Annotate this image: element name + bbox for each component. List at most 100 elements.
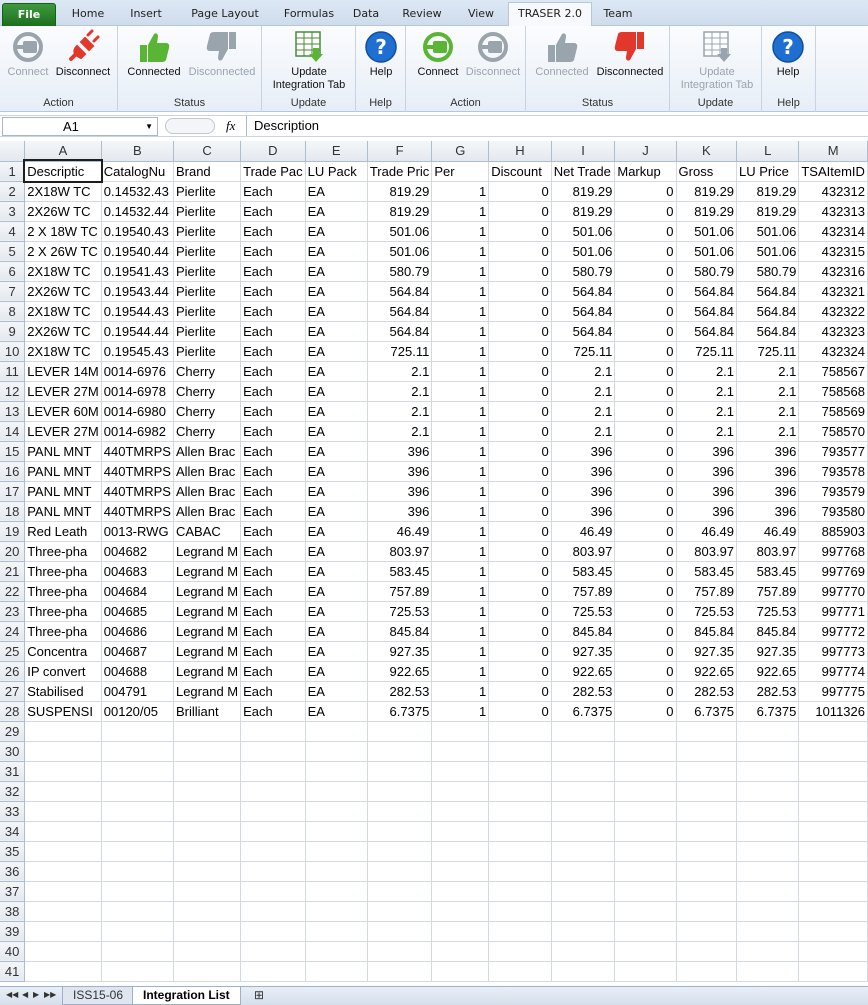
- cell-h20[interactable]: 0: [488, 541, 552, 562]
- cell-h23[interactable]: 0: [488, 601, 552, 622]
- row-header[interactable]: 41: [0, 961, 26, 982]
- cell-l3[interactable]: 819.29: [736, 201, 800, 222]
- connect-button[interactable]: Connect: [2, 28, 54, 79]
- insert-sheet-icon[interactable]: ⊞: [254, 988, 264, 1002]
- row-header[interactable]: 19: [0, 521, 26, 542]
- cell-j38[interactable]: [614, 901, 677, 922]
- cell-e19[interactable]: EA: [305, 521, 368, 542]
- cell-h24[interactable]: 0: [488, 621, 552, 642]
- cell-h39[interactable]: [488, 921, 552, 942]
- cell-f3[interactable]: 819.29: [367, 201, 433, 222]
- cell-c35[interactable]: [173, 841, 242, 862]
- cell-e14[interactable]: EA: [305, 421, 368, 442]
- cell-j21[interactable]: 0: [614, 561, 677, 582]
- cell-g37[interactable]: [431, 881, 490, 902]
- cell-l34[interactable]: [736, 821, 800, 842]
- cell-c12[interactable]: Cherry: [173, 381, 242, 402]
- cell-g27[interactable]: 1: [431, 681, 490, 702]
- cell-j11[interactable]: 0: [614, 361, 677, 382]
- row-header[interactable]: 23: [0, 601, 26, 622]
- cell-l8[interactable]: 564.84: [736, 301, 800, 322]
- cell-i22[interactable]: 757.89: [551, 581, 616, 602]
- cell-h27[interactable]: 0: [488, 681, 552, 702]
- cell-j37[interactable]: [614, 881, 677, 902]
- row-header[interactable]: 6: [0, 261, 26, 282]
- cell-f11[interactable]: 2.1: [367, 361, 433, 382]
- cell-l20[interactable]: 803.97: [736, 541, 800, 562]
- cell-g7[interactable]: 1: [431, 281, 490, 302]
- cell-e26[interactable]: EA: [305, 661, 368, 682]
- cell-f19[interactable]: 46.49: [367, 521, 433, 542]
- cell-l15[interactable]: 396: [736, 441, 800, 462]
- row-header[interactable]: 30: [0, 741, 26, 762]
- cell-f1[interactable]: Trade Pric: [367, 161, 433, 182]
- cell-d26[interactable]: Each: [240, 661, 306, 682]
- row-header[interactable]: 29: [0, 721, 26, 742]
- help-button[interactable]: ? Help: [360, 28, 402, 79]
- cell-d15[interactable]: Each: [240, 441, 306, 462]
- cell-h15[interactable]: 0: [488, 441, 552, 462]
- cell-k40[interactable]: [676, 941, 738, 962]
- help-button[interactable]: ? Help: [766, 28, 810, 79]
- cell-a24[interactable]: Three-pha: [24, 621, 102, 642]
- cell-a34[interactable]: [24, 821, 102, 842]
- cell-g18[interactable]: 1: [431, 501, 490, 522]
- cell-f27[interactable]: 282.53: [367, 681, 433, 702]
- cell-f12[interactable]: 2.1: [367, 381, 433, 402]
- cell-d8[interactable]: Each: [240, 301, 306, 322]
- cell-m37[interactable]: [798, 881, 868, 902]
- cell-k14[interactable]: 2.1: [676, 421, 738, 442]
- cell-g1[interactable]: Per: [431, 161, 490, 182]
- cell-m7[interactable]: 432321: [798, 281, 868, 302]
- cell-d6[interactable]: Each: [240, 261, 306, 282]
- cell-m27[interactable]: 997775: [798, 681, 868, 702]
- insert-function-icon[interactable]: fx: [226, 118, 235, 134]
- cell-l25[interactable]: 927.35: [736, 641, 800, 662]
- cell-m14[interactable]: 758570: [798, 421, 868, 442]
- cell-a31[interactable]: [24, 761, 102, 782]
- cell-h11[interactable]: 0: [488, 361, 552, 382]
- column-header-d[interactable]: D: [240, 141, 306, 162]
- cell-j19[interactable]: 0: [614, 521, 677, 542]
- cell-d12[interactable]: Each: [240, 381, 306, 402]
- cell-a2[interactable]: 2X18W TC: [24, 181, 102, 202]
- cell-j40[interactable]: [614, 941, 677, 962]
- cell-f40[interactable]: [367, 941, 433, 962]
- cell-j2[interactable]: 0: [614, 181, 677, 202]
- cell-d29[interactable]: [240, 721, 306, 742]
- prev-sheet-icon[interactable]: ◀: [22, 990, 28, 999]
- cell-l22[interactable]: 757.89: [736, 581, 800, 602]
- cell-j28[interactable]: 0: [614, 701, 677, 722]
- cell-h40[interactable]: [488, 941, 552, 962]
- cell-d4[interactable]: Each: [240, 221, 306, 242]
- cell-a30[interactable]: [24, 741, 102, 762]
- tab-formulas[interactable]: Formulas: [274, 3, 344, 26]
- cell-h29[interactable]: [488, 721, 552, 742]
- cell-m30[interactable]: [798, 741, 868, 762]
- cell-g36[interactable]: [431, 861, 490, 882]
- row-header[interactable]: 36: [0, 861, 26, 882]
- cell-m22[interactable]: 997770: [798, 581, 868, 602]
- cell-i6[interactable]: 580.79: [551, 261, 616, 282]
- cell-e23[interactable]: EA: [305, 601, 368, 622]
- cell-b34[interactable]: [101, 821, 174, 842]
- cell-j35[interactable]: [614, 841, 677, 862]
- cell-d2[interactable]: Each: [240, 181, 306, 202]
- cell-d25[interactable]: Each: [240, 641, 306, 662]
- cell-a14[interactable]: LEVER 27M: [24, 421, 102, 442]
- cell-k27[interactable]: 282.53: [676, 681, 738, 702]
- cell-i13[interactable]: 2.1: [551, 401, 616, 422]
- cell-l31[interactable]: [736, 761, 800, 782]
- cell-m32[interactable]: [798, 781, 868, 802]
- cell-e33[interactable]: [305, 801, 368, 822]
- cell-e12[interactable]: EA: [305, 381, 368, 402]
- cell-c4[interactable]: Pierlite: [173, 221, 242, 242]
- cell-k1[interactable]: Gross: [676, 161, 738, 182]
- cell-e36[interactable]: [305, 861, 368, 882]
- cell-f10[interactable]: 725.11: [367, 341, 433, 362]
- cell-b36[interactable]: [101, 861, 174, 882]
- cell-e15[interactable]: EA: [305, 441, 368, 462]
- cell-e3[interactable]: EA: [305, 201, 368, 222]
- cell-f39[interactable]: [367, 921, 433, 942]
- cell-k37[interactable]: [676, 881, 738, 902]
